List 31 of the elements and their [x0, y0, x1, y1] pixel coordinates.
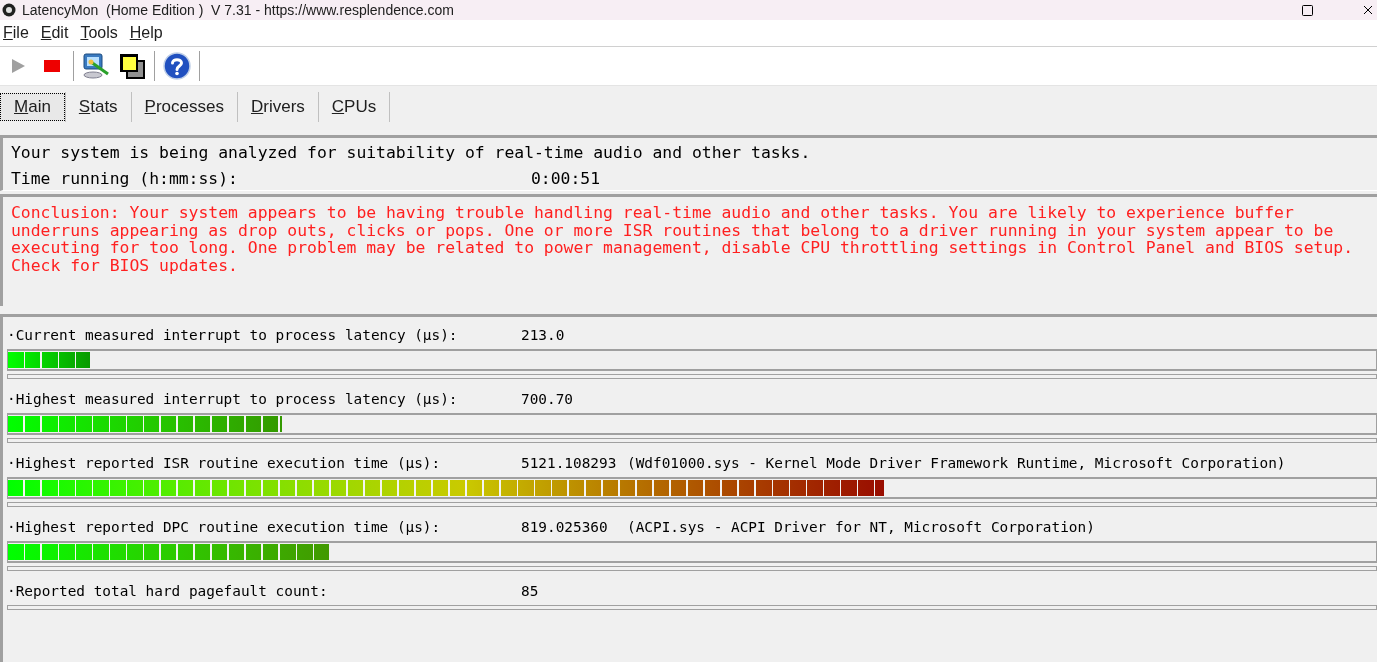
menu-item[interactable]: Edit [40, 21, 69, 45]
measurement-value: 85 [521, 582, 540, 601]
measurement-label: ·Current measured interrupt to process latency (µs): [7, 326, 459, 345]
measurement-value: 213.0 [521, 326, 566, 345]
play-icon [10, 58, 26, 74]
app-icon [2, 3, 16, 17]
tab[interactable]: Processes [131, 92, 237, 121]
measurement-detail: (ACPI.sys - ACPI Driver for NT, Microsoft Corporation) [627, 518, 1095, 537]
stop-icon [44, 60, 60, 72]
tab[interactable]: Drivers [238, 92, 318, 121]
measurement-value: 819.025360 [521, 518, 609, 537]
menu-item[interactable]: Tools [80, 21, 118, 45]
tab[interactable]: CPUs [318, 92, 390, 121]
measurement-label: ·Highest reported ISR routine execution time (µs): [7, 454, 442, 473]
tab[interactable]: Stats [65, 92, 131, 121]
measurement-value: 700.70 [521, 390, 574, 409]
menu-item[interactable]: Help [129, 21, 163, 45]
measurement-label: ·Reported total hard pagefault count: [7, 582, 329, 601]
measurement-detail: (Wdf01000.sys - Kernel Mode Driver Framework Runtime, Microsoft Corporation) [627, 454, 1286, 473]
maximize-icon[interactable] [1302, 4, 1313, 16]
measurement-label: ·Highest measured interrupt to process latency (µs): [7, 390, 459, 409]
menu-item[interactable]: File [3, 21, 29, 45]
measurement-value: 5121.108293 [521, 454, 618, 473]
close-icon[interactable] [1363, 5, 1373, 15]
window-title: LatencyMon (Home Edition ) V 7.31 - https://www.resplendence.com [22, 3, 454, 17]
time-value: 0:00:51 [531, 168, 601, 190]
tab[interactable]: Main [0, 92, 65, 121]
conclusion-text: Conclusion: Your system appears to be having trouble handling real-time audio and other tasks. You are likely to experience buffer underruns appearing as drop outs, clicks or pops. One or more ISR routines that belong to a driver running in your system appear to be executing for too long. One problem may be related to power management, disable CPU throttling settings in Control Panel and BIOS setup. Check for BIOS updates. [11, 204, 1355, 274]
time-label: Time running (h:mm:ss): [11, 168, 239, 190]
measurement-label: ·Highest reported DPC routine execution time (µs): [7, 518, 442, 537]
status-message: Your system is being analyzed for suitability of real-time audio and other tasks. [11, 142, 812, 164]
